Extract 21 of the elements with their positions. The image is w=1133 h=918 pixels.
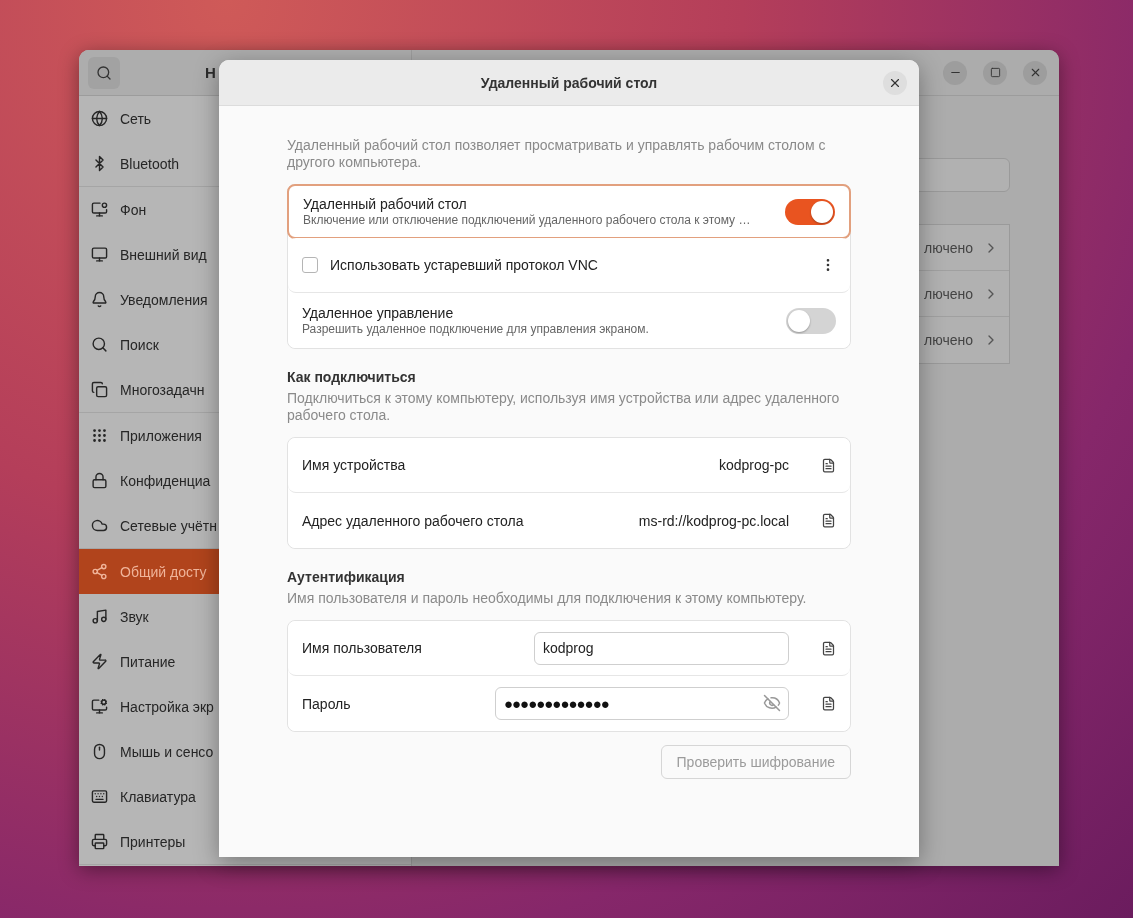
setting-title: Удаленное управление — [302, 305, 455, 321]
dialog-title: Удаленный рабочий стол — [480, 74, 658, 91]
row-label: Имя устройства — [302, 457, 407, 473]
row-value: ms-rd://kodprog-pc.local — [638, 512, 789, 529]
row-label: Адрес удаленного рабочего стола — [302, 512, 525, 529]
checkbox-label: Использовать устаревший протокол VNC — [330, 257, 599, 273]
row-label: Пароль — [302, 695, 352, 712]
setting-subtitle: Включение или отключение подключений удаленного рабочего стола к этому … — [303, 213, 752, 227]
section-description: Имя пользователя и пароль необходимы для подключения к этому компьютеру. — [287, 590, 808, 607]
row-value: лючено — [924, 239, 973, 256]
setting-subtitle: Разрешить удаленное подключение для управления экраном. — [302, 322, 650, 336]
section-heading: Как подключиться — [287, 369, 417, 385]
description: Удаленный рабочий стол позволяет просматривать и управлять рабочим столом с другого компьютера. — [287, 137, 827, 171]
row-value: лючено — [924, 285, 973, 302]
row-value: kodprog-pc — [718, 457, 789, 473]
row-value: лючено — [924, 332, 973, 348]
row-label: Имя пользователя — [302, 640, 423, 656]
setting-title: Удаленный рабочий стол — [303, 196, 468, 212]
window-title: Н — [205, 64, 216, 81]
section-heading: Аутентификация — [287, 569, 406, 585]
section-description: Подключиться к этому компьютеру, используя имя устройства или адрес удаленного рабочего стола. — [287, 390, 841, 424]
